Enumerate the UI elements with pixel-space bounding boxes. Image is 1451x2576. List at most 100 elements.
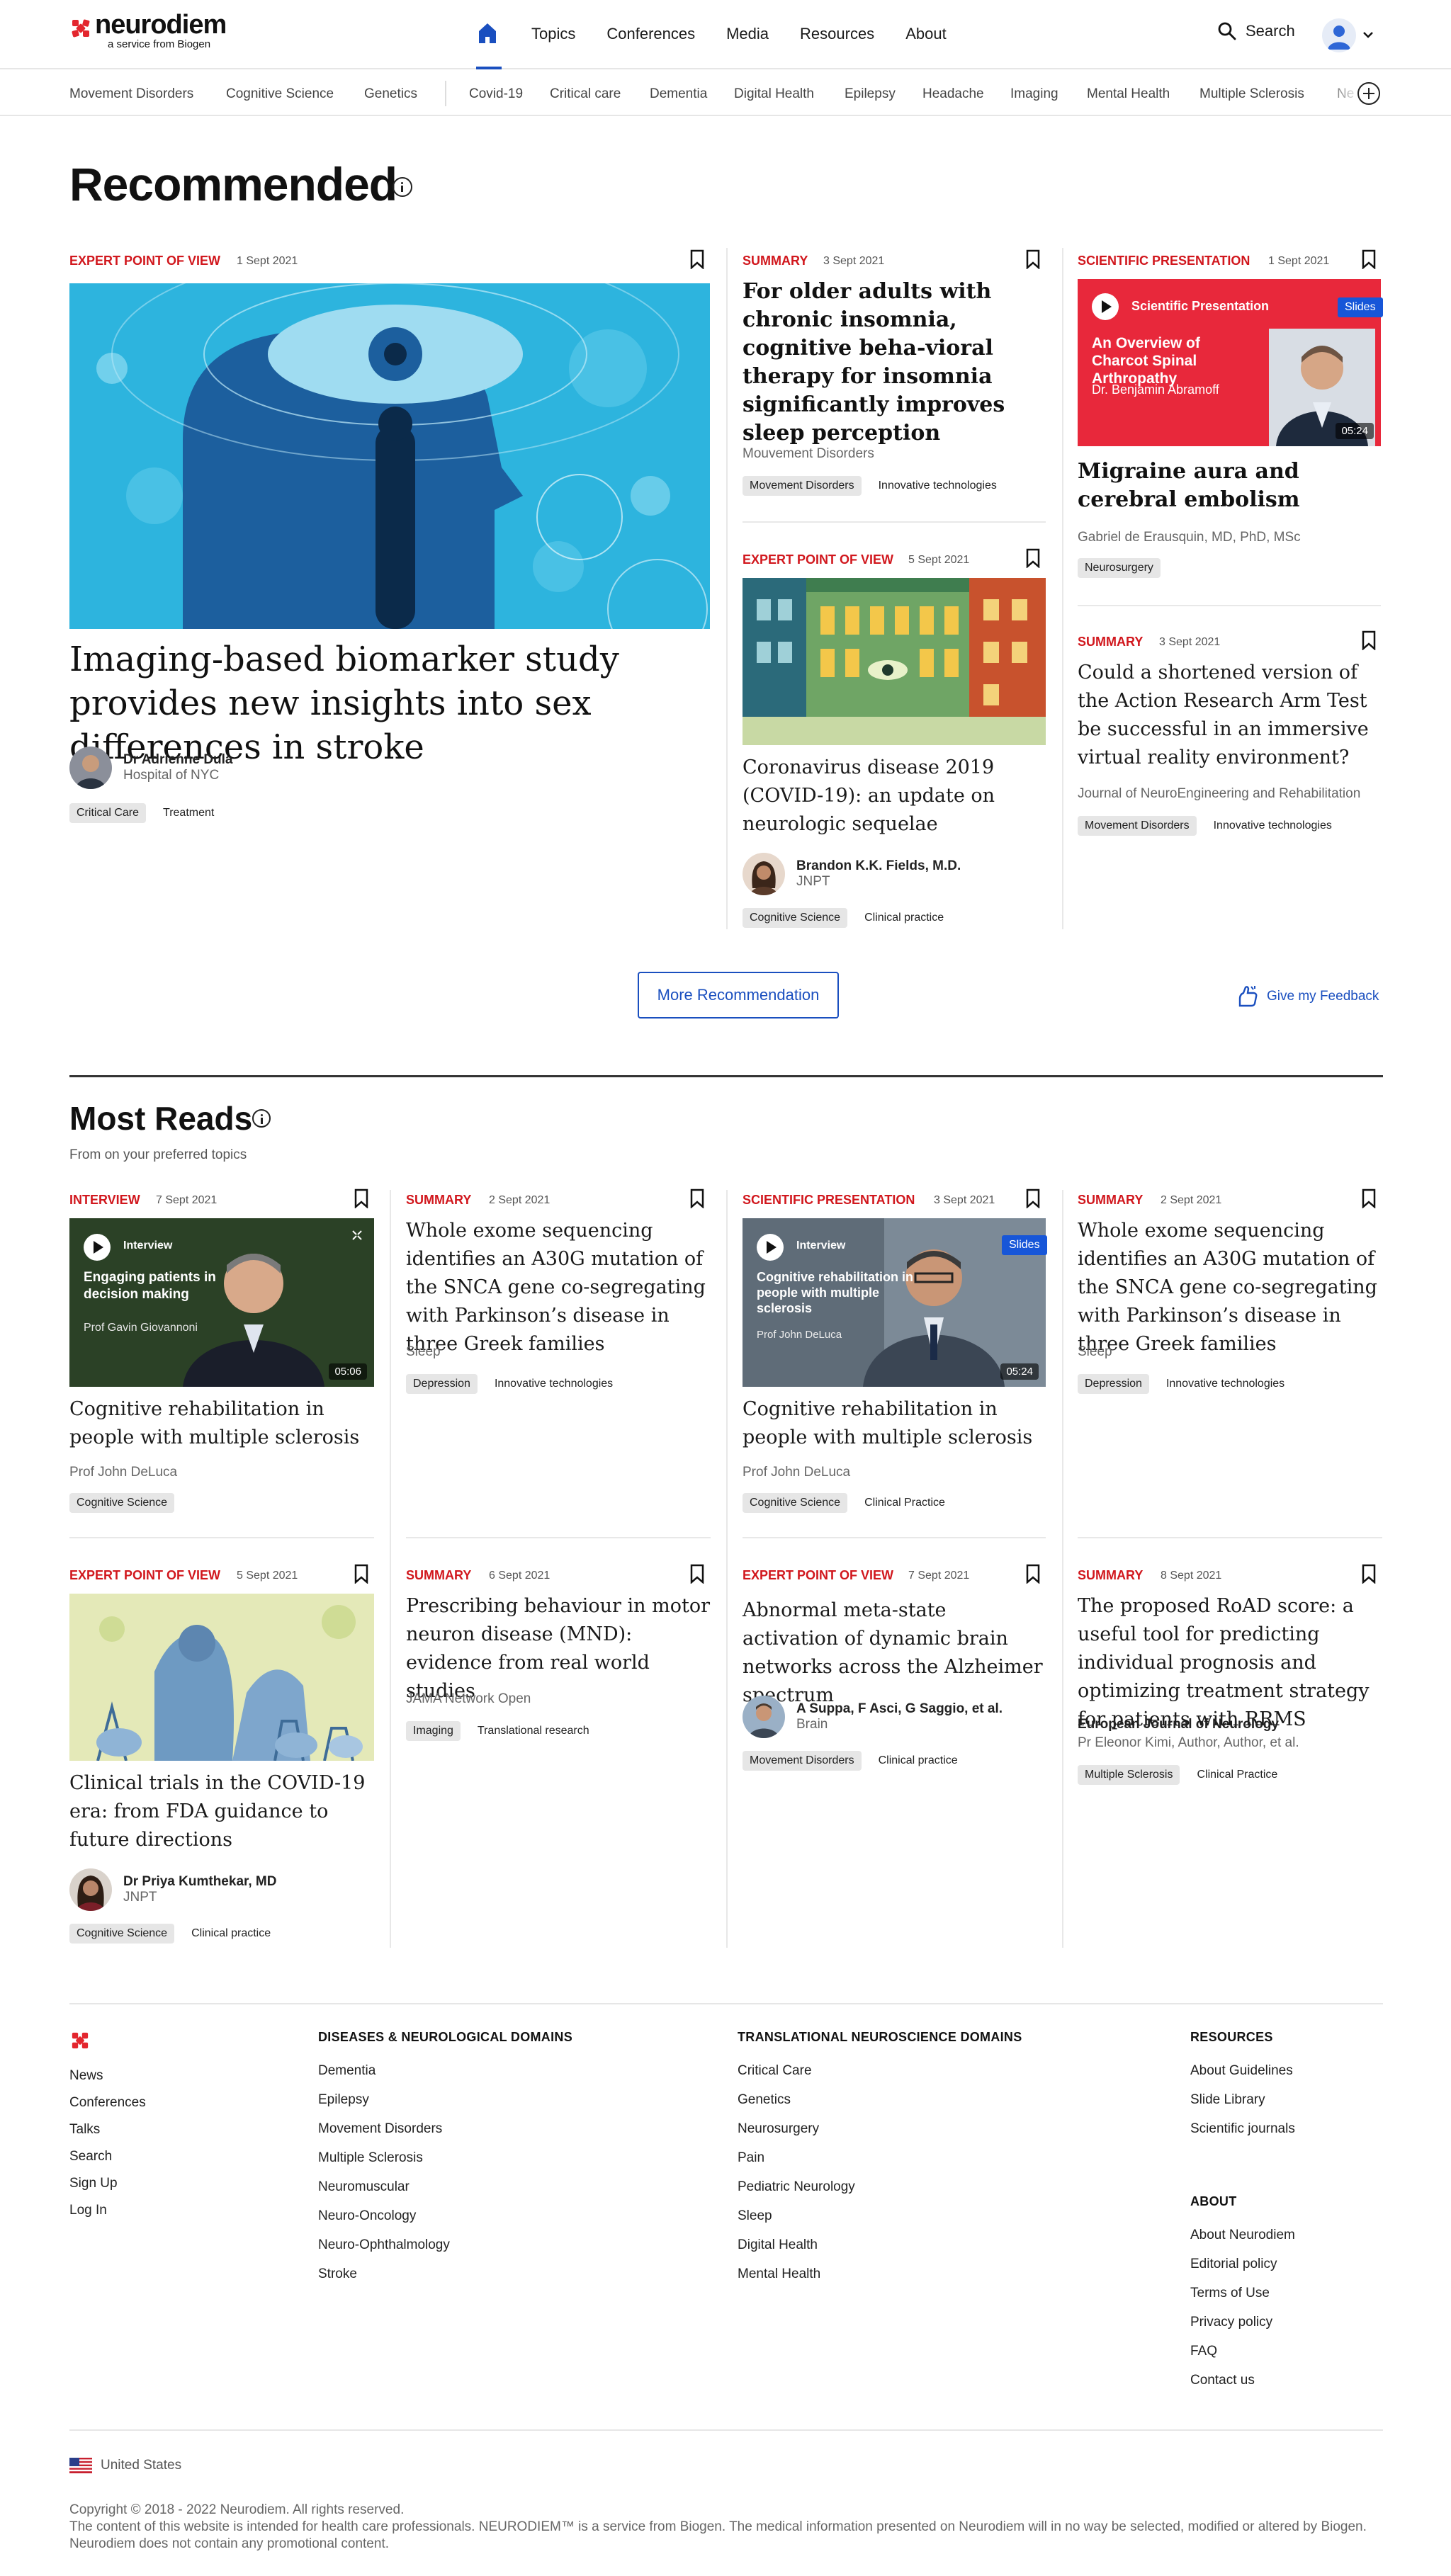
card-title[interactable]: Prescribing behaviour in motor neuron di…: [406, 1592, 711, 1706]
bookmark-icon[interactable]: [354, 1188, 368, 1208]
topic-critical-care[interactable]: Critical care: [550, 86, 621, 102]
topic-multiple-sclerosis[interactable]: Multiple Sclerosis: [1199, 86, 1304, 102]
chevron-down-icon[interactable]: [1362, 28, 1374, 41]
nav-media[interactable]: Media: [726, 21, 769, 47]
tag[interactable]: Movement Disorders: [1078, 816, 1197, 836]
tag[interactable]: Innovative technologies: [871, 476, 1004, 496]
footer-link[interactable]: Search: [69, 2149, 146, 2176]
nav-home[interactable]: [476, 21, 500, 47]
play-icon[interactable]: [1092, 293, 1119, 320]
card-title[interactable]: Whole exome sequencing identifies an A30…: [1078, 1217, 1382, 1358]
footer-link[interactable]: Digital Health: [738, 2237, 1022, 2266]
info-icon[interactable]: [393, 177, 412, 197]
footer-link[interactable]: Epilepsy: [318, 2092, 572, 2121]
tag[interactable]: Clinical Practice: [857, 1493, 952, 1513]
logo-text[interactable]: neurodiem: [95, 10, 227, 40]
footer-link[interactable]: Neuromuscular: [318, 2179, 572, 2208]
video-thumbnail[interactable]: Interview Engaging patients in decision …: [69, 1218, 374, 1387]
footer-link[interactable]: News: [69, 2068, 146, 2095]
bookmark-icon[interactable]: [1026, 249, 1040, 269]
topic-imaging[interactable]: Imaging: [1010, 86, 1058, 102]
expand-icon[interactable]: [351, 1230, 363, 1241]
card-title[interactable]: Cognitive rehabilitation in people with …: [743, 1395, 1047, 1452]
nav-resources[interactable]: Resources: [800, 21, 874, 47]
card-title[interactable]: Cognitive rehabilitation in people with …: [69, 1395, 374, 1452]
footer-link[interactable]: Multiple Sclerosis: [318, 2150, 572, 2179]
bookmark-icon[interactable]: [1026, 548, 1040, 568]
tag[interactable]: Movement Disorders: [743, 476, 862, 496]
card-title[interactable]: Whole exome sequencing identifies an A30…: [406, 1217, 711, 1358]
footer-link[interactable]: Neurosurgery: [738, 2121, 1022, 2150]
bookmark-icon[interactable]: [1362, 630, 1376, 650]
card-image[interactable]: [743, 578, 1046, 745]
footer-link[interactable]: Neuro-Oncology: [318, 2208, 572, 2237]
tag[interactable]: Cognitive Science: [743, 908, 848, 928]
card-title[interactable]: Migraine aura and cerebral embolism: [1078, 458, 1381, 514]
bookmark-icon[interactable]: [1362, 1188, 1376, 1208]
play-icon[interactable]: [757, 1234, 784, 1261]
country-selector[interactable]: United States: [69, 2458, 181, 2473]
footer-link[interactable]: Scientific journals: [1190, 2121, 1295, 2150]
footer-link[interactable]: Terms of Use: [1190, 2286, 1295, 2315]
nav-about[interactable]: About: [905, 21, 947, 47]
card-title[interactable]: Could a shortened version of the Action …: [1078, 659, 1381, 772]
bookmark-icon[interactable]: [1362, 249, 1376, 269]
footer-link[interactable]: About Guidelines: [1190, 2063, 1295, 2092]
neurodiem-logo-icon[interactable]: [71, 18, 91, 38]
author[interactable]: Dr Priya Kumthekar, MD JNPT: [69, 1868, 276, 1911]
footer-link[interactable]: Pain: [738, 2150, 1022, 2179]
footer-link[interactable]: Critical Care: [738, 2063, 1022, 2092]
bookmark-icon[interactable]: [1026, 1564, 1040, 1584]
card-title[interactable]: For older adults with chronic insomnia, …: [743, 278, 1047, 448]
card-title[interactable]: Coronavirus disease 2019 (COVID-19): an …: [743, 754, 1047, 839]
nav-conferences[interactable]: Conferences: [606, 21, 695, 47]
footer-link[interactable]: Sleep: [738, 2208, 1022, 2237]
tag[interactable]: Innovative technologies: [1207, 816, 1339, 836]
footer-link[interactable]: Talks: [69, 2122, 146, 2149]
feedback-link[interactable]: Give my Feedback: [1236, 985, 1379, 1009]
topic-covid-19[interactable]: Covid-19: [469, 86, 523, 102]
topic-digital-health[interactable]: Digital Health: [734, 86, 814, 102]
topic-cognitive-science[interactable]: Cognitive Science: [226, 86, 334, 102]
play-icon[interactable]: [84, 1234, 111, 1261]
footer-link[interactable]: Dementia: [318, 2063, 572, 2092]
bookmark-icon[interactable]: [690, 249, 704, 269]
footer-link[interactable]: Genetics: [738, 2092, 1022, 2121]
bookmark-icon[interactable]: [1026, 1188, 1040, 1208]
footer-link[interactable]: Neuro-Ophthalmology: [318, 2237, 572, 2266]
tag[interactable]: Neurosurgery: [1078, 558, 1161, 578]
video-thumbnail[interactable]: Scientific Presentation An Overview of C…: [1078, 279, 1381, 446]
card-image[interactable]: [69, 1594, 374, 1761]
footer-link[interactable]: Sign Up: [69, 2176, 146, 2203]
topic-epilepsy[interactable]: Epilepsy: [845, 86, 896, 102]
user-avatar[interactable]: [1322, 18, 1356, 52]
tag[interactable]: Clinical practice: [184, 1924, 278, 1944]
bookmark-icon[interactable]: [690, 1188, 704, 1208]
topic-dementia[interactable]: Dementia: [650, 86, 707, 102]
bookmark-icon[interactable]: [354, 1564, 368, 1584]
footer-link[interactable]: Pediatric Neurology: [738, 2179, 1022, 2208]
tag[interactable]: Translational research: [470, 1721, 597, 1741]
tag[interactable]: Critical Care: [69, 803, 147, 823]
bookmark-icon[interactable]: [1362, 1564, 1376, 1584]
feature-image[interactable]: [69, 283, 710, 629]
footer-link[interactable]: Movement Disorders: [318, 2121, 572, 2150]
card-title[interactable]: The proposed RoAD score: a useful tool f…: [1078, 1592, 1382, 1734]
tag[interactable]: Innovative technologies: [1159, 1374, 1292, 1394]
tag[interactable]: Cognitive Science: [69, 1924, 175, 1944]
more-recommendation-button[interactable]: More Recommendation: [638, 972, 839, 1019]
card-title[interactable]: Abnormal meta-state activation of dynami…: [743, 1596, 1047, 1710]
footer-link[interactable]: FAQ: [1190, 2344, 1295, 2373]
nav-topics[interactable]: Topics: [531, 21, 575, 47]
tag[interactable]: Multiple Sclerosis: [1078, 1765, 1180, 1785]
tag[interactable]: Clinical Practice: [1190, 1765, 1285, 1785]
card-title[interactable]: Clinical trials in the COVID-19 era: fro…: [69, 1769, 374, 1854]
footer-logo-icon[interactable]: [71, 2031, 89, 2050]
topic-headache[interactable]: Headache: [922, 86, 984, 102]
tag[interactable]: Clinical practice: [871, 1751, 965, 1771]
footer-link[interactable]: Conferences: [69, 2095, 146, 2122]
topic-movement-disorders[interactable]: Movement Disorders: [69, 86, 193, 102]
footer-link[interactable]: About Neurodiem: [1190, 2228, 1295, 2257]
tag[interactable]: Movement Disorders: [743, 1751, 862, 1771]
topic-mental-health[interactable]: Mental Health: [1087, 86, 1170, 102]
